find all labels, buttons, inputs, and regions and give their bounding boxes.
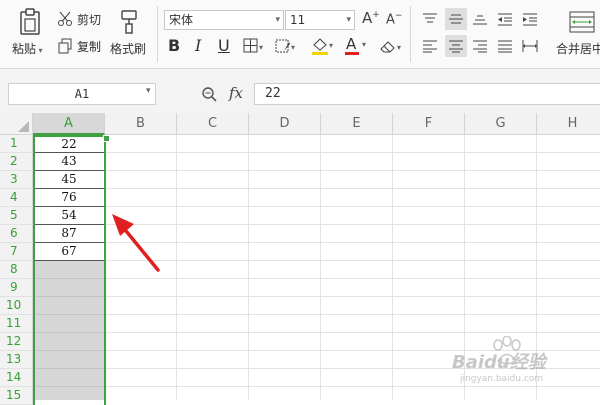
row-header-14[interactable]: 14 — [0, 369, 33, 387]
row-header-1[interactable]: 1 — [0, 135, 33, 153]
chevron-down-icon: ▾ — [275, 15, 280, 25]
cell-a6[interactable]: 87 — [33, 225, 105, 243]
row-header-6[interactable]: 6 — [0, 225, 33, 243]
increase-indent-icon[interactable] — [520, 10, 540, 28]
merge-center-button[interactable]: 合并居中 — [556, 40, 600, 57]
column-header-g[interactable]: G — [465, 113, 537, 135]
formula-input[interactable]: 22 — [254, 83, 600, 105]
toolbar-separator — [410, 6, 411, 62]
row-header-2[interactable]: 2 — [0, 153, 33, 171]
svg-text:▾: ▾ — [259, 43, 263, 52]
function-icon[interactable]: fx — [229, 84, 243, 102]
column-header-b[interactable]: B — [105, 113, 177, 135]
grow-font-letter: A — [362, 9, 373, 27]
column-header-c[interactable]: C — [177, 113, 249, 135]
row-header-8[interactable]: 8 — [0, 261, 33, 279]
row-header-7[interactable]: 7 — [0, 243, 33, 261]
cell-a1[interactable]: 22 — [33, 135, 105, 153]
distributed-icon[interactable] — [520, 37, 540, 55]
row-header-5[interactable]: 5 — [0, 207, 33, 225]
zoom-icon[interactable] — [200, 85, 218, 103]
cell-a7[interactable]: 67 — [33, 243, 105, 261]
align-bottom-icon[interactable] — [470, 10, 490, 28]
border-icon[interactable]: ▾ — [242, 37, 266, 55]
row-header-11[interactable]: 11 — [0, 315, 33, 333]
watermark-url: jingyan.baidu.com — [460, 374, 544, 384]
bold-button[interactable]: B — [168, 36, 180, 55]
watermark-text: Baidu经验 — [452, 352, 546, 373]
row-header-4[interactable]: 4 — [0, 189, 33, 207]
font-name-value: 宋体 — [169, 13, 194, 27]
annotation-arrow — [112, 214, 160, 272]
fill-color-icon[interactable]: ▾ — [309, 36, 337, 56]
grow-font-icon[interactable]: A+ — [362, 9, 380, 27]
paste-button[interactable]: 粘贴 ▾ — [12, 40, 43, 57]
clear-icon[interactable]: ▾ — [378, 37, 406, 55]
row-header-13[interactable]: 13 — [0, 351, 33, 369]
cell-a2[interactable]: 43 — [33, 153, 105, 171]
font-size-value: 11 — [290, 13, 306, 27]
font-size-select[interactable]: 11 ▾ — [285, 10, 355, 30]
ribbon-toolbar: 粘贴 ▾ 剪切 复制 格式刷 宋体 ▾ 11 ▾ A+ A− B I U ▾ ▾… — [0, 0, 600, 69]
justify-icon[interactable] — [495, 37, 515, 55]
watermark: Baidu经验 jingyan.baidu.com — [448, 336, 598, 396]
svg-text:▾: ▾ — [329, 41, 333, 50]
shrink-font-letter: A — [386, 12, 395, 28]
chevron-down-icon: ▾ — [346, 15, 351, 25]
decrease-indent-icon[interactable] — [495, 10, 515, 28]
cell-a3[interactable]: 45 — [33, 171, 105, 189]
cut-button[interactable]: 剪切 — [77, 11, 101, 28]
paste-icon[interactable] — [16, 8, 44, 36]
cut-icon[interactable] — [56, 10, 74, 28]
row-header-12[interactable]: 12 — [0, 333, 33, 351]
column-header-d[interactable]: D — [249, 113, 321, 135]
format-painter-button[interactable]: 格式刷 — [110, 40, 146, 57]
row-header-3[interactable]: 3 — [0, 171, 33, 189]
font-name-select[interactable]: 宋体 ▾ — [164, 10, 284, 30]
select-all-corner[interactable] — [0, 113, 33, 135]
column-header-a[interactable]: A — [33, 113, 105, 135]
underline-button[interactable]: U — [218, 36, 230, 55]
align-center-icon[interactable] — [445, 35, 467, 57]
svg-text:▾: ▾ — [291, 43, 295, 52]
shrink-font-icon[interactable]: A− — [386, 11, 402, 27]
row-header-15[interactable]: 15 — [0, 387, 33, 405]
column-header-f[interactable]: F — [393, 113, 465, 135]
align-left-icon[interactable] — [420, 37, 440, 55]
cell-a5[interactable]: 54 — [33, 207, 105, 225]
italic-button[interactable]: I — [195, 36, 201, 55]
column-header-e[interactable]: E — [321, 113, 393, 135]
chevron-down-icon: ▾ — [362, 40, 367, 49]
row-header-10[interactable]: 10 — [0, 297, 33, 315]
font-color-letter: A — [346, 35, 357, 53]
font-color-button[interactable]: A ▾ — [345, 35, 371, 57]
row-header-9[interactable]: 9 — [0, 279, 33, 297]
toolbar-separator — [157, 6, 158, 62]
name-box-dropdown-icon[interactable]: ▾ — [146, 86, 151, 96]
format-painter-icon[interactable] — [116, 8, 142, 36]
name-box[interactable]: A1 — [8, 83, 156, 105]
fill-handle[interactable] — [103, 135, 110, 142]
cell-style-icon[interactable]: ▾ — [274, 37, 298, 55]
merge-icon[interactable] — [568, 10, 596, 34]
copy-icon[interactable] — [56, 37, 74, 55]
cell-a4[interactable]: 76 — [33, 189, 105, 207]
svg-text:▾: ▾ — [397, 43, 401, 52]
align-middle-icon[interactable] — [445, 8, 467, 30]
font-color-bar — [345, 52, 359, 55]
align-right-icon[interactable] — [470, 37, 490, 55]
copy-button[interactable]: 复制 — [77, 38, 101, 55]
column-header-h[interactable]: H — [537, 113, 600, 135]
paste-label: 粘贴 — [12, 42, 37, 56]
align-top-icon[interactable] — [420, 10, 440, 28]
